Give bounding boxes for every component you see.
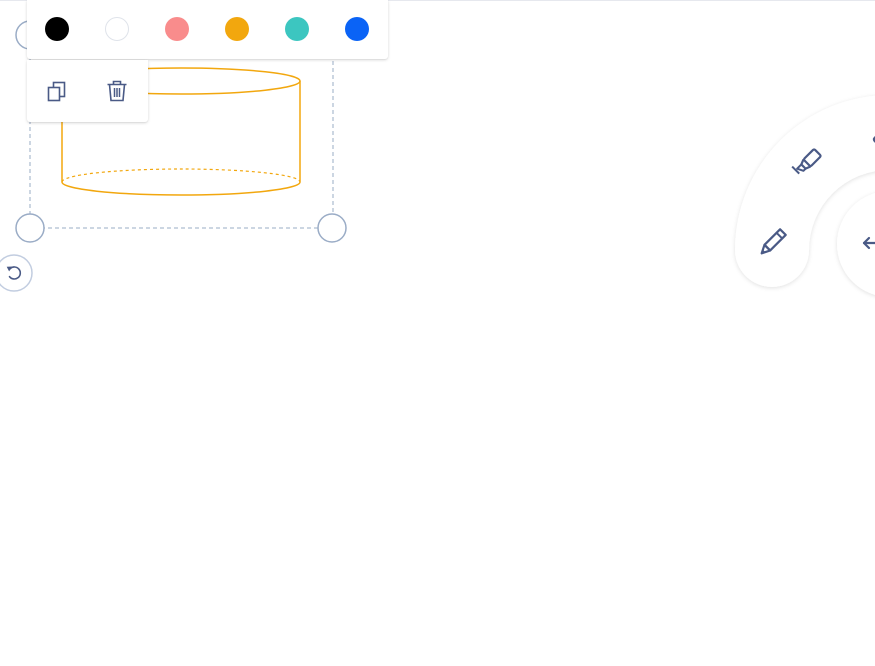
swatch-orange[interactable] <box>225 17 249 41</box>
swatch-teal[interactable] <box>285 17 309 41</box>
swatch-salmon[interactable] <box>165 17 189 41</box>
delete-button[interactable] <box>104 78 130 104</box>
copy-icon <box>47 81 66 102</box>
radial-tool-menu <box>735 95 875 295</box>
shape-action-bar <box>27 60 148 122</box>
rotate-handle[interactable] <box>0 254 33 292</box>
drawing-canvas[interactable] <box>0 0 875 666</box>
color-palette <box>27 0 388 59</box>
trash-icon <box>107 80 127 102</box>
duplicate-button[interactable] <box>44 78 70 104</box>
swatch-blue[interactable] <box>345 17 369 41</box>
swatch-black[interactable] <box>45 17 69 41</box>
swatch-white[interactable] <box>105 17 129 41</box>
resize-handle-bottom-left[interactable] <box>15 213 45 243</box>
resize-handle-bottom-right[interactable] <box>317 213 347 243</box>
